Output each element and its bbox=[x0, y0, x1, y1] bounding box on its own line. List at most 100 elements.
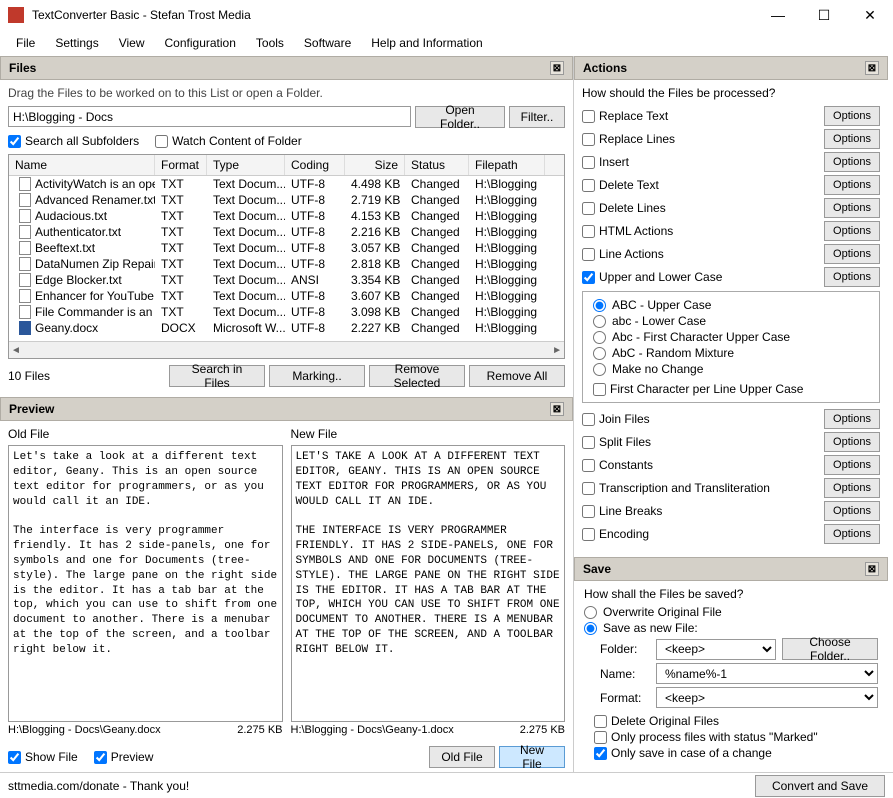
menubar: File Settings View Configuration Tools S… bbox=[0, 30, 893, 56]
action-join-files-options-button[interactable]: Options bbox=[824, 409, 880, 429]
action-delete-lines-options-button[interactable]: Options bbox=[824, 198, 880, 218]
action-insert-options-button[interactable]: Options bbox=[824, 152, 880, 172]
table-row[interactable]: Edge Blocker.txtTXTText Docum...ANSI3.35… bbox=[9, 272, 564, 288]
action-transcription-and-transliteration-checkbox[interactable]: Transcription and Transliteration bbox=[582, 481, 824, 495]
only-marked-checkbox[interactable]: Only process files with status "Marked" bbox=[594, 730, 878, 744]
action-delete-text-options-button[interactable]: Options bbox=[824, 175, 880, 195]
convert-and-save-button[interactable]: Convert and Save bbox=[755, 775, 885, 797]
format-select[interactable]: <keep> bbox=[656, 687, 878, 708]
action-replace-text-options-button[interactable]: Options bbox=[824, 106, 880, 126]
col-type[interactable]: Type bbox=[207, 155, 285, 175]
action-upper-and-lower-case-checkbox[interactable]: Upper and Lower Case bbox=[582, 270, 824, 284]
save-panel-close-icon[interactable]: ⊠ bbox=[865, 562, 879, 576]
col-size[interactable]: Size bbox=[345, 155, 405, 175]
action-replace-lines-checkbox[interactable]: Replace Lines bbox=[582, 132, 824, 146]
action-line-breaks-options-button[interactable]: Options bbox=[824, 501, 880, 521]
minimize-button[interactable]: — bbox=[755, 0, 801, 30]
preview-checkbox[interactable]: Preview bbox=[94, 750, 154, 764]
show-file-checkbox[interactable]: Show File bbox=[8, 750, 78, 764]
watch-content-checkbox[interactable]: Watch Content of Folder bbox=[155, 134, 302, 148]
table-row[interactable]: Enhancer for YouTube.txtTXTText Docum...… bbox=[9, 288, 564, 304]
choose-folder-button[interactable]: Choose Folder.. bbox=[782, 638, 878, 660]
action-delete-text-checkbox[interactable]: Delete Text bbox=[582, 178, 824, 192]
table-row[interactable]: DataNumen Zip Repair.txtTXTText Docum...… bbox=[9, 256, 564, 272]
table-row[interactable]: Advanced Renamer.txtTXTText Docum...UTF-… bbox=[9, 192, 564, 208]
action-line-actions-checkbox[interactable]: Line Actions bbox=[582, 247, 824, 261]
col-filepath[interactable]: Filepath bbox=[469, 155, 545, 175]
files-grid: Name Format Type Coding Size Status File… bbox=[8, 154, 565, 359]
action-replace-lines-options-button[interactable]: Options bbox=[824, 129, 880, 149]
action-insert-checkbox[interactable]: Insert bbox=[582, 155, 824, 169]
old-file-preview[interactable] bbox=[8, 445, 283, 722]
name-select[interactable]: %name%-1 bbox=[656, 663, 878, 684]
action-transcription-and-transliteration-options-button[interactable]: Options bbox=[824, 478, 880, 498]
menu-software[interactable]: Software bbox=[294, 32, 361, 54]
radio-no-change[interactable]: Make no Change bbox=[593, 362, 869, 376]
radio-overwrite[interactable]: Overwrite Original File bbox=[584, 605, 878, 619]
action-line-actions-options-button[interactable]: Options bbox=[824, 244, 880, 264]
menu-configuration[interactable]: Configuration bbox=[155, 32, 246, 54]
action-encoding-options-button[interactable]: Options bbox=[824, 524, 880, 544]
table-row[interactable]: Beeftext.txtTXTText Docum...UTF-83.057 K… bbox=[9, 240, 564, 256]
search-in-files-button[interactable]: Search in Files bbox=[169, 365, 265, 387]
donate-link[interactable]: sttmedia.com/donate - Thank you! bbox=[8, 779, 189, 793]
old-file-button[interactable]: Old File bbox=[429, 746, 495, 768]
col-name[interactable]: Name bbox=[9, 155, 155, 175]
table-row[interactable]: Geany.docxDOCXMicrosoft W...UTF-82.227 K… bbox=[9, 320, 564, 336]
action-upper-and-lower-case-options-button[interactable]: Options bbox=[824, 267, 880, 287]
grid-header: Name Format Type Coding Size Status File… bbox=[9, 155, 564, 176]
new-file-preview[interactable] bbox=[291, 445, 566, 722]
open-folder-button[interactable]: Open Folder.. bbox=[415, 106, 505, 128]
search-subfolders-checkbox[interactable]: Search all Subfolders bbox=[8, 134, 139, 148]
remove-selected-button[interactable]: Remove Selected bbox=[369, 365, 465, 387]
radio-lower-case[interactable]: abc - Lower Case bbox=[593, 314, 869, 328]
action-encoding-checkbox[interactable]: Encoding bbox=[582, 527, 824, 541]
actions-panel-title: Actions bbox=[583, 61, 627, 75]
file-icon bbox=[19, 225, 31, 239]
files-panel-close-icon[interactable]: ⊠ bbox=[550, 61, 564, 75]
preview-panel-close-icon[interactable]: ⊠ bbox=[550, 402, 564, 416]
table-row[interactable]: Authenticator.txtTXTText Docum...UTF-82.… bbox=[9, 224, 564, 240]
action-join-files-checkbox[interactable]: Join Files bbox=[582, 412, 824, 426]
menu-help[interactable]: Help and Information bbox=[361, 32, 492, 54]
close-button[interactable]: ✕ bbox=[847, 0, 893, 30]
action-html-actions-checkbox[interactable]: HTML Actions bbox=[582, 224, 824, 238]
marking-button[interactable]: Marking.. bbox=[269, 365, 365, 387]
action-split-files-options-button[interactable]: Options bbox=[824, 432, 880, 452]
radio-random-mixture[interactable]: AbC - Random Mixture bbox=[593, 346, 869, 360]
action-constants-checkbox[interactable]: Constants bbox=[582, 458, 824, 472]
col-format[interactable]: Format bbox=[155, 155, 207, 175]
col-coding[interactable]: Coding bbox=[285, 155, 345, 175]
new-file-label: New File bbox=[291, 427, 566, 441]
only-change-checkbox[interactable]: Only save in case of a change bbox=[594, 746, 878, 760]
action-replace-text-checkbox[interactable]: Replace Text bbox=[582, 109, 824, 123]
table-row[interactable]: Audacious.txtTXTText Docum...UTF-84.153 … bbox=[9, 208, 564, 224]
table-row[interactable]: File Commander is an o...TXTText Docum..… bbox=[9, 304, 564, 320]
save-panel-title: Save bbox=[583, 562, 611, 576]
remove-all-button[interactable]: Remove All bbox=[469, 365, 565, 387]
horizontal-scrollbar[interactable]: ◄► bbox=[9, 341, 564, 358]
first-char-per-line-checkbox[interactable]: First Character per Line Upper Case bbox=[593, 382, 869, 396]
menu-tools[interactable]: Tools bbox=[246, 32, 294, 54]
action-delete-lines-checkbox[interactable]: Delete Lines bbox=[582, 201, 824, 215]
radio-first-char[interactable]: Abc - First Character Upper Case bbox=[593, 330, 869, 344]
menu-file[interactable]: File bbox=[6, 32, 45, 54]
actions-panel-close-icon[interactable]: ⊠ bbox=[865, 61, 879, 75]
maximize-button[interactable]: ☐ bbox=[801, 0, 847, 30]
table-row[interactable]: ActivityWatch is an ope...TXTText Docum.… bbox=[9, 176, 564, 192]
col-status[interactable]: Status bbox=[405, 155, 469, 175]
delete-original-checkbox[interactable]: Delete Original Files bbox=[594, 714, 878, 728]
action-html-actions-options-button[interactable]: Options bbox=[824, 221, 880, 241]
radio-save-as-new[interactable]: Save as new File: bbox=[584, 621, 878, 635]
new-file-button[interactable]: New File bbox=[499, 746, 565, 768]
menu-view[interactable]: View bbox=[109, 32, 155, 54]
filter-button[interactable]: Filter.. bbox=[509, 106, 565, 128]
action-constants-options-button[interactable]: Options bbox=[824, 455, 880, 475]
action-line-breaks-checkbox[interactable]: Line Breaks bbox=[582, 504, 824, 518]
folder-select[interactable]: <keep> bbox=[656, 639, 776, 660]
action-split-files-checkbox[interactable]: Split Files bbox=[582, 435, 824, 449]
folder-path-input[interactable] bbox=[8, 106, 411, 127]
radio-upper-case[interactable]: ABC - Upper Case bbox=[593, 298, 869, 312]
save-question: How shall the Files be saved? bbox=[584, 587, 878, 601]
menu-settings[interactable]: Settings bbox=[45, 32, 108, 54]
